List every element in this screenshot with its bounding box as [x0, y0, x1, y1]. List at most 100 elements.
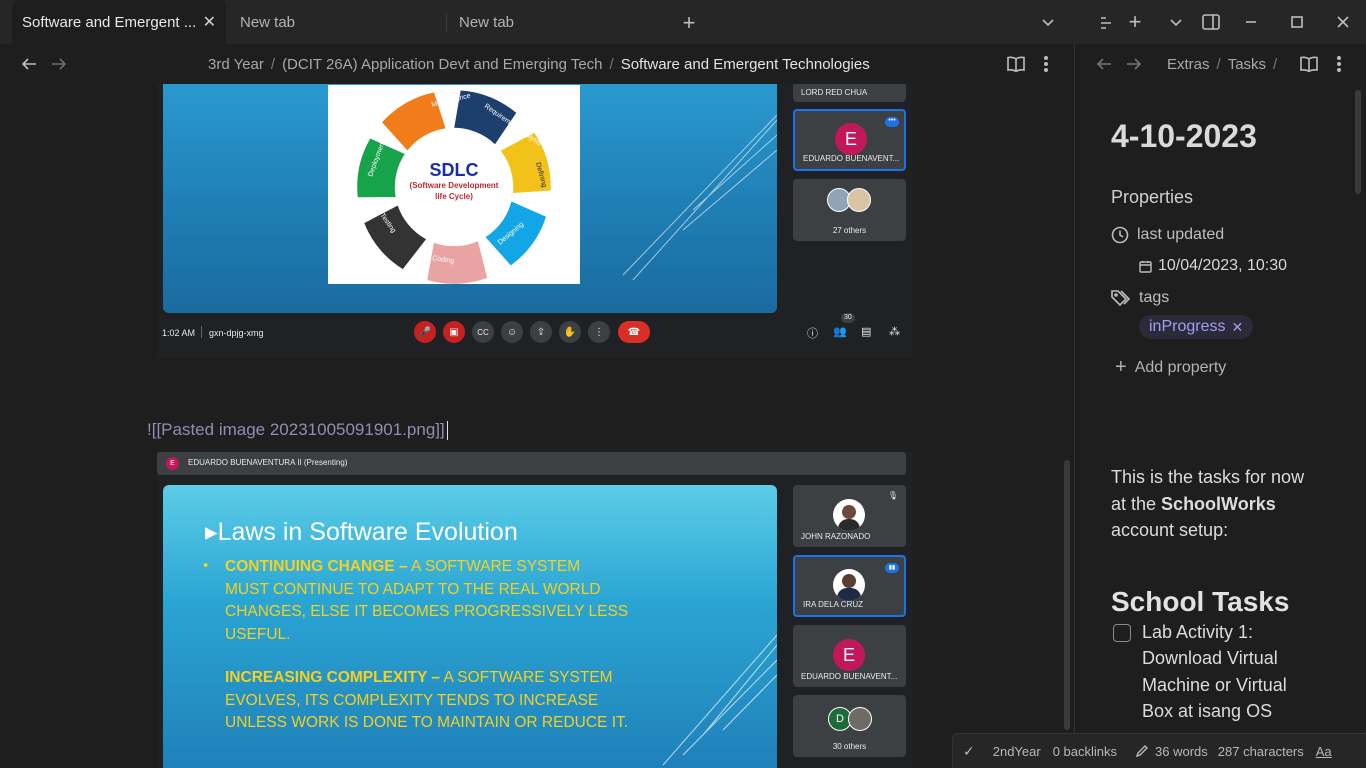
paragraph-line: account setup:: [1111, 520, 1229, 540]
breadcrumb-current[interactable]: Software and Emergent Technologies: [621, 56, 870, 73]
captions-icon[interactable]: CC: [472, 321, 494, 343]
view-header: 3rd Year / (DCIT 26A) Application Devt a…: [0, 44, 1074, 84]
note-title[interactable]: 4-10-2023: [1111, 118, 1257, 155]
minimize-icon[interactable]: [1240, 11, 1262, 33]
chevron-down-icon[interactable]: [1036, 12, 1060, 34]
tags-icon: [1111, 290, 1131, 307]
participant-tile[interactable]: 27 others: [793, 179, 906, 241]
maximize-icon[interactable]: [1286, 11, 1308, 33]
more-options-icon[interactable]: [1329, 53, 1349, 75]
embed-link[interactable]: ![[Pasted image 20231005091901.png]]: [147, 420, 445, 439]
meet-code: gxn-dpjg-xmg: [209, 328, 264, 338]
slide-bullet-1: CONTINUING CHANGE – A SOFTWARE SYSTEM MU…: [225, 556, 628, 646]
date-value: 10/04/2023, 10:30: [1158, 257, 1288, 274]
plus-icon: +: [1115, 356, 1127, 378]
editor-content[interactable]: Maintenance Requirement Analysis Definin…: [0, 84, 1074, 768]
activities-icon[interactable]: ⁂: [889, 325, 900, 338]
bullet-line: CHANGES, ELSE IT BECOMES PROGRESSIVELY L…: [225, 603, 629, 620]
pencil-icon[interactable]: [1135, 744, 1149, 758]
tab-bar: Software and Emergent ... ✕ New tab New …: [0, 0, 1366, 44]
more-icon[interactable]: •••: [885, 117, 899, 127]
property-last-updated[interactable]: last updated: [1111, 226, 1224, 244]
people-icon[interactable]: 👥: [833, 325, 847, 338]
collapse-sidebar-icon[interactable]: [1096, 12, 1118, 34]
chevron-down-icon[interactable]: [1166, 12, 1186, 34]
tab-label: New tab: [459, 13, 515, 31]
property-value-date[interactable]: 10/04/2023, 10:30: [1139, 255, 1307, 277]
new-tab-right-icon[interactable]: +: [1124, 9, 1146, 34]
bullet-line: A SOFTWARE SYSTEM: [443, 669, 613, 686]
close-window-icon[interactable]: [1332, 11, 1354, 33]
info-icon[interactable]: ⓘ: [807, 325, 818, 341]
task-line: Lab Activity 1:: [1142, 622, 1254, 642]
status-folder[interactable]: 2ndYear: [993, 744, 1041, 759]
avatar: [848, 707, 872, 731]
speaking-icon: ▮▮: [885, 563, 899, 573]
status-word-count: 36 words: [1135, 744, 1208, 759]
breadcrumb-item[interactable]: Extras: [1167, 56, 1210, 73]
bullet-line: USEFUL.: [225, 625, 291, 643]
back-arrow-icon[interactable]: [1093, 53, 1115, 75]
text-cursor: [446, 421, 448, 441]
participant-tile[interactable]: E EDUARDO BUENAVENT...: [793, 625, 906, 687]
scrollbar-thumb[interactable]: [1064, 460, 1070, 730]
property-tags[interactable]: tags: [1111, 289, 1169, 307]
embed-link-text[interactable]: ![[Pasted image 20231005091901.png]]: [147, 420, 448, 441]
bullet-line: UNLESS WORK IS DONE TO MAINTAIN OR REDUC…: [225, 714, 629, 731]
reading-view-icon[interactable]: [1297, 53, 1321, 75]
mic-off-icon[interactable]: 🎤: [414, 321, 436, 343]
avatar: E: [833, 639, 865, 671]
slide-laws-evolution: ▸Laws in Software Evolution • CONTINUING…: [163, 485, 777, 768]
emoji-icon[interactable]: ☺: [501, 321, 523, 343]
reading-view-icon[interactable]: [1004, 53, 1028, 75]
tag-pill[interactable]: inProgress ✕: [1139, 315, 1254, 339]
new-tab-icon[interactable]: +: [676, 10, 702, 36]
presenter-name: EDUARDO BUENAVENTURA II (Presenting): [188, 458, 348, 467]
sync-check-icon[interactable]: ✓: [963, 743, 975, 760]
bold-text: SchoolWorks: [1161, 493, 1276, 514]
task-line: Machine or Virtual: [1142, 674, 1287, 695]
scrollbar-thumb[interactable]: [1355, 90, 1361, 194]
sdlc-title: SDLC: [430, 160, 479, 180]
tab-new-2[interactable]: New tab: [449, 0, 659, 44]
bullet-line: A SOFTWARE SYSTEM: [411, 558, 581, 575]
more-options-icon[interactable]: ⋮: [588, 321, 610, 343]
participant-tile[interactable]: LORD RED CHUA: [793, 84, 906, 102]
participant-tile[interactable]: D 30 others: [793, 695, 906, 757]
participant-tile[interactable]: E ••• EDUARDO BUENAVENT...: [793, 109, 906, 171]
participant-tile[interactable]: 🎙 JOHN RAZONADO: [793, 485, 906, 547]
forward-arrow-icon[interactable]: [48, 53, 70, 75]
properties-heading[interactable]: Properties: [1111, 187, 1193, 208]
breadcrumb-item[interactable]: (DCIT 26A) Application Devt and Emerging…: [282, 56, 602, 73]
close-icon[interactable]: ✕: [1231, 319, 1243, 336]
more-options-icon[interactable]: [1036, 53, 1056, 75]
breadcrumb-item[interactable]: 3rd Year: [208, 56, 264, 73]
end-call-icon[interactable]: ☎: [618, 321, 650, 343]
back-arrow-icon[interactable]: [18, 53, 40, 75]
chat-icon[interactable]: ▤: [861, 325, 871, 338]
forward-arrow-icon[interactable]: [1123, 53, 1145, 75]
status-backlinks[interactable]: 0 backlinks: [1053, 744, 1117, 759]
camera-off-icon[interactable]: ▣: [443, 321, 465, 343]
sdlc-diagram: Maintenance Requirement Analysis Definin…: [328, 85, 580, 284]
tab-new-1[interactable]: New tab: [230, 0, 440, 44]
task-checkbox[interactable]: [1113, 624, 1131, 642]
section-heading[interactable]: School Tasks: [1111, 586, 1289, 618]
tag-label: inProgress: [1149, 318, 1226, 335]
participant-tile[interactable]: ▮▮ IRA DELA CRUZ: [793, 555, 906, 617]
breadcrumb-item[interactable]: Tasks: [1228, 56, 1266, 73]
sidebar-toggle-icon[interactable]: [1200, 11, 1222, 33]
present-icon[interactable]: ⇪: [530, 321, 552, 343]
participant-name: JOHN RAZONADO: [801, 532, 871, 541]
breadcrumb-separator: /: [270, 55, 276, 73]
property-key: tags: [1139, 289, 1170, 306]
add-property-button[interactable]: + Add property: [1115, 356, 1226, 379]
close-icon[interactable]: ✕: [203, 12, 216, 32]
breadcrumb-separator: /: [1273, 55, 1278, 73]
font-button[interactable]: Aa: [1316, 744, 1332, 759]
raise-hand-icon[interactable]: ✋: [559, 321, 581, 343]
tab-label: New tab: [240, 13, 296, 31]
task-item[interactable]: Lab Activity 1: Download Virtual Machine…: [1142, 619, 1342, 724]
note-paragraph[interactable]: This is the tasks for now at the SchoolW…: [1111, 464, 1351, 544]
tab-software-emergent[interactable]: Software and Emergent ... ✕: [12, 0, 226, 44]
